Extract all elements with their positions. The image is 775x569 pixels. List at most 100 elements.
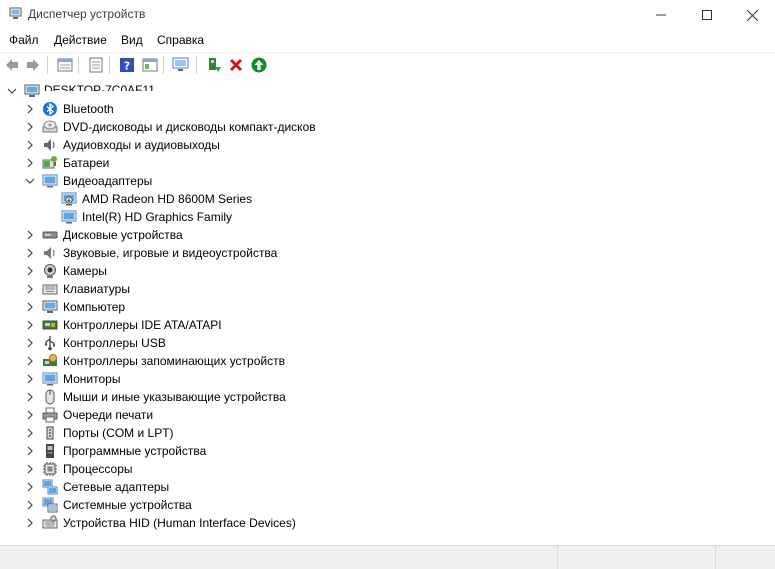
red-x-icon [229,58,243,72]
scan-hardware-button[interactable] [172,56,190,74]
category-label: Мыши и иные указывающие устройства [63,390,286,404]
help-button[interactable]: ? [118,56,136,74]
category-row[interactable]: Контроллеры USB [0,334,775,352]
category-label: Звуковые, игровые и видеоустройства [63,246,278,260]
maximize-icon [702,10,712,20]
update-driver-icon [209,58,221,72]
maximize-button[interactable] [684,0,730,30]
green-up-arrow-icon [251,57,267,73]
update-driver-button[interactable] [205,56,223,74]
category-label: Порты (COM и LPT) [63,426,174,440]
chevron-right-icon[interactable] [25,356,35,366]
category-row[interactable]: Устройства HID (Human Interface Devices) [0,514,775,532]
menu-file[interactable]: Файл [9,33,39,47]
chevron-right-icon[interactable] [25,158,35,168]
category-label: Батареи [63,156,110,170]
category-row[interactable]: Процессоры [0,460,775,478]
view-button[interactable] [141,56,159,74]
device-row[interactable]: Intel(R) HD Graphics Family [0,208,775,226]
category-row[interactable]: Контроллеры IDE ATA/ATAPI [0,316,775,334]
chevron-right-icon[interactable] [25,500,35,510]
category-row[interactable]: Видеоадаптеры [0,172,775,190]
chevron-right-icon[interactable] [25,482,35,492]
category-label: Камеры [63,264,107,278]
tree-root-label: DESKTOP-7C0AF11 [44,83,155,91]
menu-action[interactable]: Действие [54,33,107,47]
category-label: Клавиатуры [63,282,130,296]
chevron-right-icon[interactable] [25,464,35,474]
computer-icon [24,84,40,97]
chevron-right-icon[interactable] [25,248,35,258]
chevron-right-icon[interactable] [25,392,35,402]
category-label: Устройства HID (Human Interface Devices) [63,516,296,530]
device-row[interactable]: AMD Radeon HD 8600M Series [0,190,775,208]
device-label: Intel(R) HD Graphics Family [82,210,233,224]
details-button[interactable] [87,56,105,74]
close-button[interactable] [729,0,775,30]
category-label: Видеоадаптеры [63,174,153,188]
category-row[interactable]: Компьютер [0,298,775,316]
enable-device-button[interactable] [250,56,268,74]
chevron-right-icon[interactable] [25,338,35,348]
status-bar [0,545,775,569]
menu-help[interactable]: Справка [157,33,204,47]
chevron-right-icon[interactable] [25,266,35,276]
chevron-right-icon[interactable] [25,428,35,438]
category-row[interactable]: Системные устройства [0,496,775,514]
title-bar: Диспетчер устройств [0,0,775,30]
display-adapter-icon [42,174,58,188]
chevron-right-icon[interactable] [25,302,35,312]
document-icon [89,57,103,73]
category-row[interactable]: Аудиовходы и аудиовыходы [0,136,775,154]
chevron-right-icon[interactable] [25,518,35,528]
chevron-right-icon[interactable] [25,284,35,294]
display-adapter-warning-icon [61,192,77,206]
forward-button[interactable] [24,56,42,74]
toolbar-separator [47,56,48,74]
chevron-right-icon[interactable] [25,410,35,420]
battery-icon [42,156,57,169]
category-row[interactable]: Контроллеры запоминающих устройств [0,352,775,370]
category-row[interactable]: Сетевые адаптеры [0,478,775,496]
chevron-right-icon[interactable] [25,374,35,384]
chevron-right-icon[interactable] [25,230,35,240]
chevron-right-icon[interactable] [25,140,35,150]
toolbar-separator [196,56,197,74]
device-manager-icon [9,7,22,19]
status-cell-divider [557,546,558,569]
display-adapter-icon [61,210,77,224]
chevron-right-icon[interactable] [25,104,35,114]
category-row[interactable]: Дисковые устройства [0,226,775,244]
properties-view-button[interactable] [56,56,74,74]
chevron-down-icon[interactable] [7,86,17,96]
chevron-right-icon[interactable] [25,320,35,330]
category-row[interactable]: DVD-дисководы и дисководы компакт-дисков [0,118,775,136]
category-label: Процессоры [63,462,133,476]
bluetooth-icon [43,102,57,116]
category-row[interactable]: Батареи [0,154,775,172]
minimize-button[interactable] [638,0,684,30]
device-tree[interactable]: DESKTOP-7C0AF11 Bluetooth DVD-дисководы и… [0,78,775,544]
category-row[interactable]: Программные устройства [0,442,775,460]
chevron-right-icon[interactable] [25,446,35,456]
category-label: Программные устройства [63,444,207,458]
processor-icon [43,462,57,476]
category-row[interactable]: Звуковые, игровые и видеоустройства [0,244,775,262]
category-row[interactable]: Камеры [0,262,775,280]
uninstall-device-button[interactable] [227,56,245,74]
category-row[interactable]: Мониторы [0,370,775,388]
back-button[interactable] [3,56,21,74]
category-row[interactable]: Порты (COM и LPT) [0,424,775,442]
menu-view[interactable]: Вид [121,33,143,47]
category-row[interactable]: Мыши и иные указывающие устройства [0,388,775,406]
category-label: Дисковые устройства [63,228,183,242]
category-row[interactable]: Bluetooth [0,100,775,118]
chevron-right-icon[interactable] [25,122,35,132]
category-row[interactable]: Очереди печати [0,406,775,424]
tree-root[interactable]: DESKTOP-7C0AF11 [0,82,775,100]
speaker-icon [44,139,55,151]
category-row[interactable]: Клавиатуры [0,280,775,298]
category-label: Мониторы [63,372,121,386]
camera-icon [44,264,56,278]
chevron-down-icon[interactable] [25,176,35,186]
